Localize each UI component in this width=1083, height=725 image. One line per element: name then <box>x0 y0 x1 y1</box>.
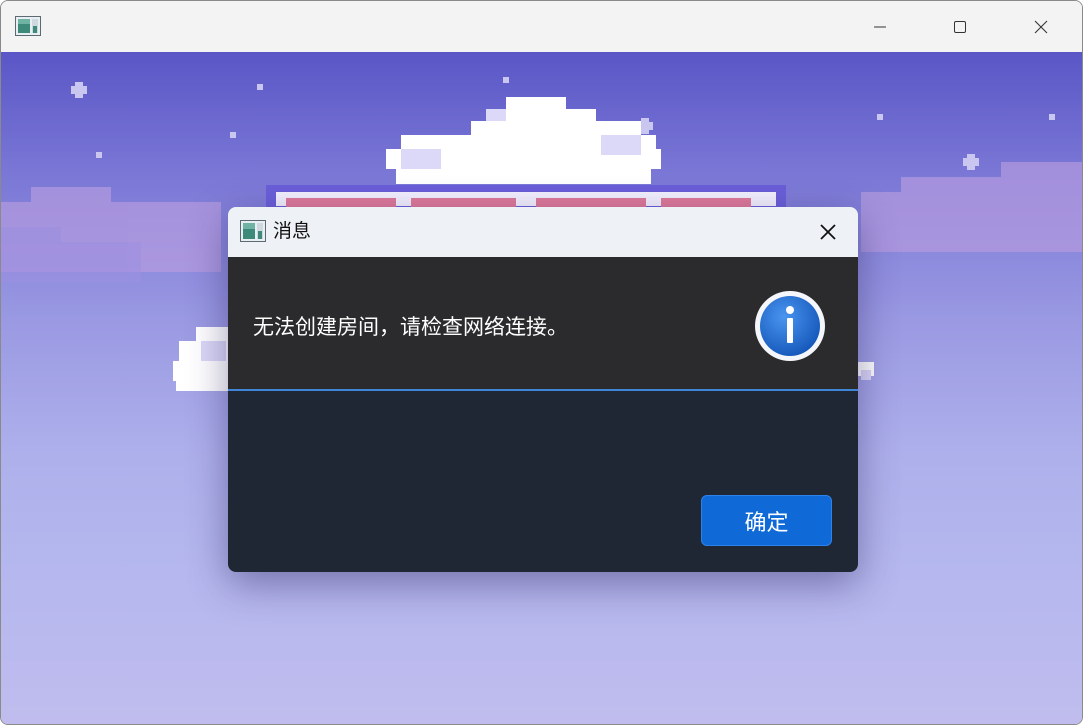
close-icon <box>820 224 836 240</box>
window-titlebar[interactable] <box>1 1 1082 52</box>
maximize-button[interactable] <box>920 1 1000 52</box>
dialog-message: 无法创建房间，请检查网络连接。 <box>253 315 568 339</box>
dialog-body: 无法创建房间，请检查网络连接。 <box>228 257 858 389</box>
main-window: 消息 无法创建房间，请检查网络连接。 确定 <box>0 0 1083 725</box>
app-icon <box>15 16 41 36</box>
dialog-app-icon <box>240 220 266 242</box>
dialog-footer: 确定 <box>228 391 858 572</box>
dialog-title: 消息 <box>273 220 312 242</box>
minimize-icon <box>874 26 886 27</box>
message-dialog: 消息 无法创建房间，请检查网络连接。 确定 <box>228 207 858 572</box>
maximize-icon <box>954 20 966 33</box>
dialog-close-button[interactable] <box>810 214 846 250</box>
minimize-button[interactable] <box>840 1 920 52</box>
close-button[interactable] <box>1001 1 1081 52</box>
close-icon <box>1034 20 1048 33</box>
ok-button[interactable]: 确定 <box>701 495 832 546</box>
info-icon <box>755 291 825 361</box>
dialog-titlebar[interactable]: 消息 <box>228 207 858 257</box>
